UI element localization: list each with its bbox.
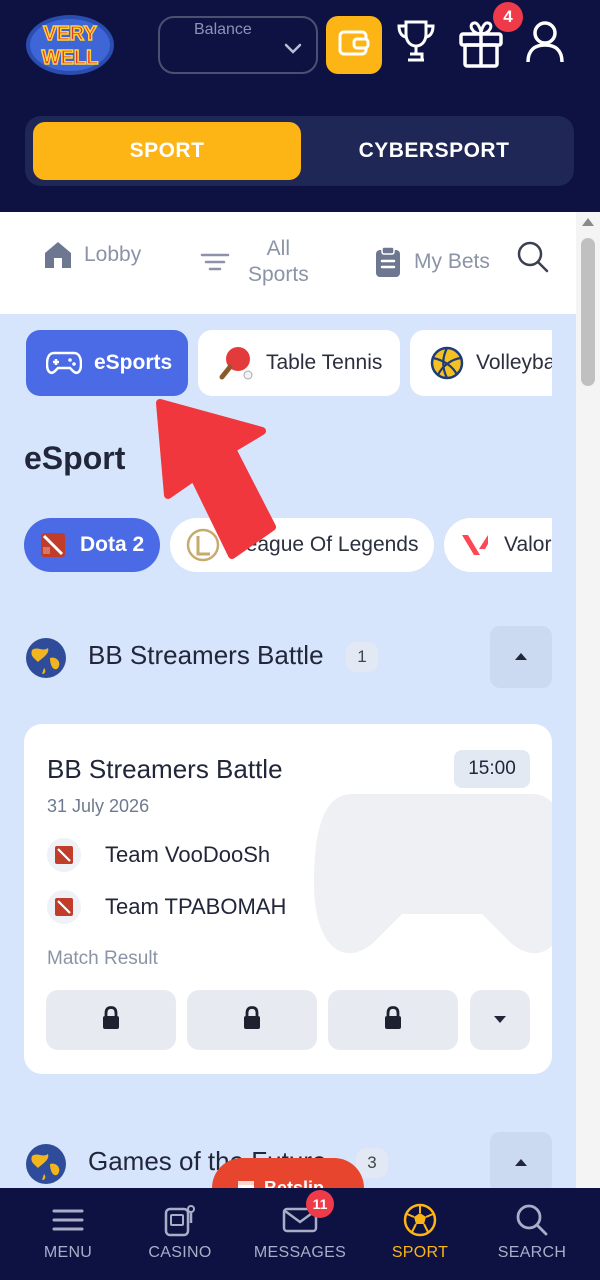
team-row: Team TPABOMAH [47,890,286,924]
sport-pill-esports[interactable]: eSports [26,330,188,396]
odds-button-locked[interactable] [187,990,317,1050]
chevron-down-icon [284,42,302,60]
messages-count-badge: 11 [306,1190,334,1218]
filter-icon [200,251,230,273]
hamburger-icon [52,1202,84,1238]
bottom-nav-menu[interactable]: MENU [8,1188,128,1280]
volleyball-icon [430,346,464,380]
bottom-navigation: MENU CASINO MESSAGES SPORT SEARCH [0,1188,600,1280]
sport-pill-label: Table Tennis [266,351,383,374]
clipboard-icon [374,246,402,278]
market-label: Match Result [47,948,158,969]
globe-icon [24,1142,68,1191]
team-row: Team VooDooSh [47,838,270,872]
scroll-up-arrow-icon[interactable] [582,218,594,226]
lock-icon [383,1005,403,1035]
nav-all-sports[interactable]: All Sports [200,236,309,288]
caret-down-icon [493,1011,507,1029]
dota-icon [47,890,81,924]
bottom-nav-label: SEARCH [497,1244,567,1261]
search-icon[interactable] [516,240,550,279]
nav-all-sports-line1: All [266,237,291,260]
top-header: VERY WELL Balance 4 SPORT CYBERSPORT [0,0,600,212]
wallet-button[interactable] [326,16,382,74]
sport-category-list: eSports Table Tennis Volleyba [0,330,552,398]
odds-button-locked[interactable] [46,990,176,1050]
event-count-badge: 3 [356,1148,388,1178]
section-title: eSport [24,440,126,476]
nav-my-bets-label: My Bets [414,250,490,273]
user-profile-icon[interactable] [524,18,566,71]
event-card[interactable]: BB Streamers Battle 15:00 31 July 2026 T… [24,724,552,1074]
bottom-nav-casino[interactable]: CASINO [120,1188,240,1280]
dota-icon [40,532,66,558]
red-arrow-annotation-icon [150,395,280,575]
sport-pill-volleyball[interactable]: Volleyba [410,330,552,396]
valorant-icon [460,532,490,558]
game-pill-valorant[interactable]: Valor [444,518,552,572]
trophy-icon[interactable] [396,18,436,71]
ping-pong-icon [218,345,254,381]
tournament-name: BB Streamers Battle [88,640,324,670]
sport-nav: Lobby All Sports My Bets [0,212,576,314]
bottom-nav-messages[interactable]: MESSAGES [240,1188,360,1280]
slot-machine-icon [163,1202,197,1238]
game-pill-label: Dota 2 [80,533,145,556]
collapse-toggle-button[interactable] [490,626,552,688]
scrollbar-thumb[interactable] [581,238,595,386]
search-icon [515,1202,549,1238]
game-pill-dota2[interactable]: Dota 2 [24,518,160,572]
globe-icon [24,636,68,685]
event-time-badge: 15:00 [454,750,530,788]
nav-lobby[interactable]: Lobby [42,240,141,270]
gift-count-badge: 4 [493,2,523,32]
sport-mode-switch: SPORT CYBERSPORT [25,116,574,186]
bottom-nav-search[interactable]: SEARCH [472,1188,592,1280]
collapse-toggle-button[interactable] [490,1132,552,1194]
balance-label: Balance [194,21,252,38]
nav-all-sports-line2: Sports [248,263,309,286]
bottom-nav-label: SPORT [391,1244,449,1261]
tournament-header: BB Streamers Battle 1 [24,626,552,688]
team-name: Team TPABOMAH [105,894,287,919]
svg-text:VERY: VERY [43,23,97,45]
team-name: Team VooDooSh [105,842,271,867]
lock-icon [101,1005,121,1035]
odds-button-locked[interactable] [328,990,458,1050]
caret-up-icon [514,1154,528,1172]
sport-pill-label: eSports [94,351,173,374]
bottom-nav-sport[interactable]: SPORT [360,1188,480,1280]
very-well-logo[interactable]: VERY WELL [24,12,116,78]
event-date: 31 July 2026 [47,796,150,816]
svg-text:WELL: WELL [42,47,99,69]
sport-tab[interactable]: SPORT [33,122,301,180]
dota-icon [47,838,81,872]
bottom-nav-label: MENU [43,1244,93,1261]
home-icon [42,240,74,270]
gamepad-icon [46,350,82,376]
wallet-icon [337,28,371,63]
more-markets-button[interactable] [470,990,530,1050]
nav-my-bets[interactable]: My Bets [374,246,490,278]
cybersport-tab[interactable]: CYBERSPORT [301,122,567,180]
event-title: BB Streamers Battle [47,754,283,784]
nav-lobby-label: Lobby [84,243,142,266]
lock-icon [242,1005,262,1035]
bottom-nav-label: MESSAGES [253,1244,347,1261]
balance-dropdown[interactable]: Balance [158,16,318,74]
game-pill-label: Valor [504,533,552,556]
event-count-badge: 1 [346,642,378,672]
sport-pill-table-tennis[interactable]: Table Tennis [198,330,400,396]
soccer-ball-icon [402,1202,438,1238]
bottom-nav-label: CASINO [148,1244,212,1261]
sport-pill-label: Volleyba [476,351,552,374]
caret-up-icon [514,648,528,666]
